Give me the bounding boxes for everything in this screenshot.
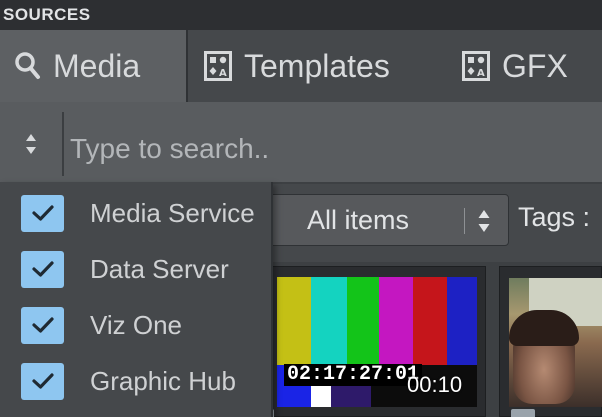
- tab-templates[interactable]: A Templates: [190, 30, 440, 102]
- search-icon: [15, 51, 41, 81]
- checkmark-icon: [31, 261, 54, 277]
- checkmark-icon: [31, 205, 54, 221]
- duration-label: 00:10: [407, 372, 463, 397]
- tags-label: Tags :: [518, 202, 591, 232]
- chevron-updown-icon: [478, 210, 490, 232]
- source-option-data-server[interactable]: Data Server: [0, 241, 271, 297]
- checkmark-icon: [31, 373, 54, 389]
- source-filter-toggle[interactable]: [0, 112, 64, 176]
- search-input[interactable]: [70, 132, 570, 166]
- checkbox-checked[interactable]: [21, 194, 64, 232]
- item-action-icon[interactable]: [511, 409, 535, 417]
- item-filter-value: All items: [307, 204, 410, 235]
- source-option-label: Data Server: [90, 253, 229, 284]
- tab-gfx-label: GFX: [502, 47, 568, 84]
- source-option-label: Media Service: [90, 197, 255, 228]
- select-separator: [464, 208, 465, 234]
- sort-arrows-icon: [26, 134, 36, 154]
- source-option-viz-one[interactable]: Viz One: [0, 297, 271, 353]
- svg-text:A: A: [219, 68, 227, 79]
- template-icon: A: [204, 51, 232, 81]
- search-row: [0, 102, 602, 182]
- source-filter-dropdown: Media Service Data Server Viz One Graphi…: [0, 182, 273, 417]
- timecode-overlay: 02:17:27:01: [284, 364, 423, 386]
- item-filter-select[interactable]: All items: [266, 194, 509, 246]
- tab-templates-label: Templates: [244, 47, 390, 84]
- source-tabs: Media A Templates A GFX: [0, 30, 602, 132]
- checkbox-checked[interactable]: [21, 250, 64, 288]
- checkmark-icon: [31, 317, 54, 333]
- source-option-label: Viz One: [90, 309, 183, 340]
- svg-text:A: A: [477, 68, 485, 79]
- tab-gfx[interactable]: A GFX: [444, 30, 602, 102]
- source-option-label: Graphic Hub: [90, 365, 236, 396]
- tab-media-label: Media: [53, 47, 141, 84]
- template-icon: A: [462, 51, 490, 81]
- media-thumbnail[interactable]: [509, 278, 602, 407]
- source-option-graphic-hub[interactable]: Graphic Hub: [0, 353, 271, 409]
- checkbox-checked[interactable]: [21, 306, 64, 344]
- checkbox-checked[interactable]: [21, 362, 64, 400]
- source-option-media-service[interactable]: Media Service: [0, 185, 271, 241]
- tab-media[interactable]: Media: [0, 30, 188, 102]
- panel-title: SOURCES: [0, 0, 602, 30]
